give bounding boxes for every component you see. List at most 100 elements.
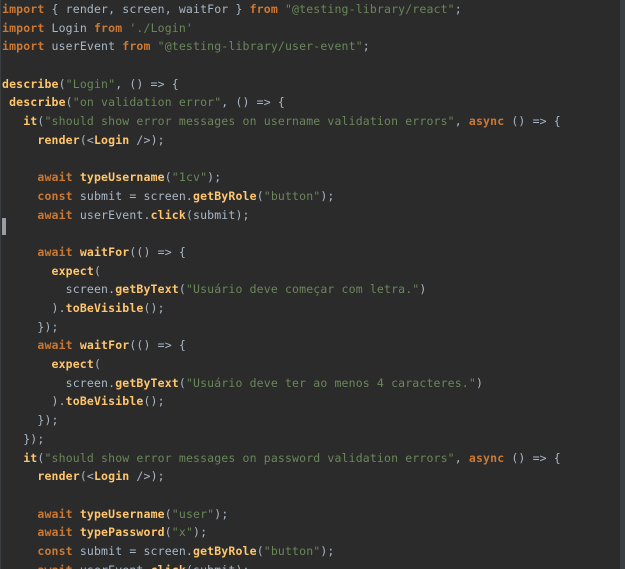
code-token: expect xyxy=(51,357,94,372)
code-line[interactable]: await waitFor(() => { xyxy=(0,243,620,262)
code-token: toBeVisible xyxy=(65,394,144,409)
code-line[interactable] xyxy=(0,486,620,505)
code-token: ); xyxy=(193,525,208,540)
code-line[interactable]: screen.getByText("Usuário deve começar c… xyxy=(0,280,620,299)
code-token: ); xyxy=(214,506,229,521)
code-line[interactable]: it("should show error messages on passwo… xyxy=(0,449,620,468)
code-line[interactable]: expect( xyxy=(0,355,620,374)
code-token: await xyxy=(37,506,73,521)
code-token: ( xyxy=(164,525,172,540)
code-token: (() => { xyxy=(129,244,186,259)
code-line[interactable]: const submit = screen.getByRole("button"… xyxy=(0,542,620,561)
code-content[interactable]: import { render, screen, waitFor } from … xyxy=(0,0,620,569)
code-token: async xyxy=(468,114,505,129)
code-token: (< xyxy=(79,132,94,147)
code-token: />); xyxy=(129,132,165,147)
code-token: () => { xyxy=(504,450,561,465)
code-token: import xyxy=(2,39,45,54)
code-token: describe xyxy=(2,76,59,91)
code-token: getByRole xyxy=(193,543,257,558)
code-token: ( xyxy=(93,357,102,372)
code-token: render xyxy=(37,132,80,147)
code-token: import xyxy=(2,20,45,35)
code-line[interactable]: render(<Login />); xyxy=(0,131,620,150)
code-line[interactable]: await userEvent.click(submit); xyxy=(0,561,620,569)
code-token: Login xyxy=(44,20,94,35)
code-line[interactable]: await userEvent.click(submit); xyxy=(0,206,620,225)
code-line[interactable]: expect( xyxy=(0,262,620,281)
code-line[interactable]: render(<Login />); xyxy=(0,467,620,486)
code-line[interactable]: await typePassword("x"); xyxy=(0,523,620,542)
code-token: Login xyxy=(93,132,130,147)
code-token: "button" xyxy=(263,543,321,558)
code-token: , () => { xyxy=(115,76,179,91)
code-line[interactable] xyxy=(0,56,620,75)
code-token: }); xyxy=(2,319,59,334)
code-token: ( xyxy=(65,95,73,110)
code-line[interactable]: await typeUsername("user"); xyxy=(0,505,620,524)
code-token: getByText xyxy=(115,375,179,390)
code-line[interactable]: import Login from './Login' xyxy=(0,19,620,38)
code-line[interactable]: it("should show error messages on userna… xyxy=(0,112,620,131)
code-token: await xyxy=(37,338,73,353)
code-token: import xyxy=(2,2,45,16)
code-line[interactable]: await waitFor(() => { xyxy=(0,336,620,355)
vertical-scrollbar[interactable] xyxy=(620,0,625,569)
code-line[interactable]: }); xyxy=(0,318,620,337)
code-line[interactable]: import userEvent from "@testing-library/… xyxy=(0,37,620,56)
code-token: ( xyxy=(178,282,186,297)
code-token: { render, screen, waitFor } xyxy=(44,2,250,16)
code-token: ). xyxy=(2,394,66,409)
change-marker[interactable] xyxy=(2,218,6,235)
code-token: Login xyxy=(93,469,130,484)
code-line[interactable]: const submit = screen.getByRole("button"… xyxy=(0,187,620,206)
code-line[interactable]: }); xyxy=(0,430,620,449)
code-token: getByText xyxy=(115,282,179,297)
code-token: click xyxy=(151,563,186,569)
code-token: "button" xyxy=(263,188,321,203)
code-line[interactable]: ).toBeVisible(); xyxy=(0,299,620,318)
code-token: const xyxy=(37,543,73,558)
code-token: toBeVisible xyxy=(65,301,144,315)
code-token: click xyxy=(150,207,186,222)
code-line[interactable]: screen.getByText("Usuário deve ter ao me… xyxy=(0,374,620,393)
code-line[interactable]: ).toBeVisible(); xyxy=(0,392,620,411)
code-line[interactable]: import { render, screen, waitFor } from … xyxy=(0,0,620,19)
code-token: "1cv" xyxy=(171,170,208,185)
code-token: (submit); xyxy=(185,207,250,222)
code-line[interactable]: describe("Login", () => { xyxy=(0,75,620,94)
code-line[interactable] xyxy=(0,224,620,243)
code-token: render xyxy=(37,469,80,484)
code-token: "Usuário deve começar com letra." xyxy=(185,282,420,297)
code-line[interactable]: }); xyxy=(0,411,620,430)
code-editor[interactable]: import { render, screen, waitFor } from … xyxy=(0,0,625,569)
code-line[interactable]: describe("on validation error", () => { xyxy=(0,93,620,112)
code-token: ) xyxy=(475,375,484,390)
code-token: ). xyxy=(2,301,66,315)
code-token: ( xyxy=(256,188,264,203)
code-line[interactable] xyxy=(0,150,620,169)
code-token: ( xyxy=(256,543,264,558)
code-token: ( xyxy=(178,375,186,390)
code-token: screen. xyxy=(2,282,116,297)
code-token: "should show error messages on username … xyxy=(44,114,455,129)
code-token: ( xyxy=(164,506,172,521)
code-token: , xyxy=(454,450,469,465)
code-token: ( xyxy=(58,76,66,91)
code-token: userEvent. xyxy=(72,207,151,222)
code-line[interactable]: await typeUsername("1cv"); xyxy=(0,168,620,187)
code-token: from xyxy=(122,39,151,54)
code-token: "x" xyxy=(171,525,194,540)
code-token: screen. xyxy=(2,375,116,390)
code-token: ; xyxy=(362,39,370,54)
code-token: "Login" xyxy=(65,76,116,91)
